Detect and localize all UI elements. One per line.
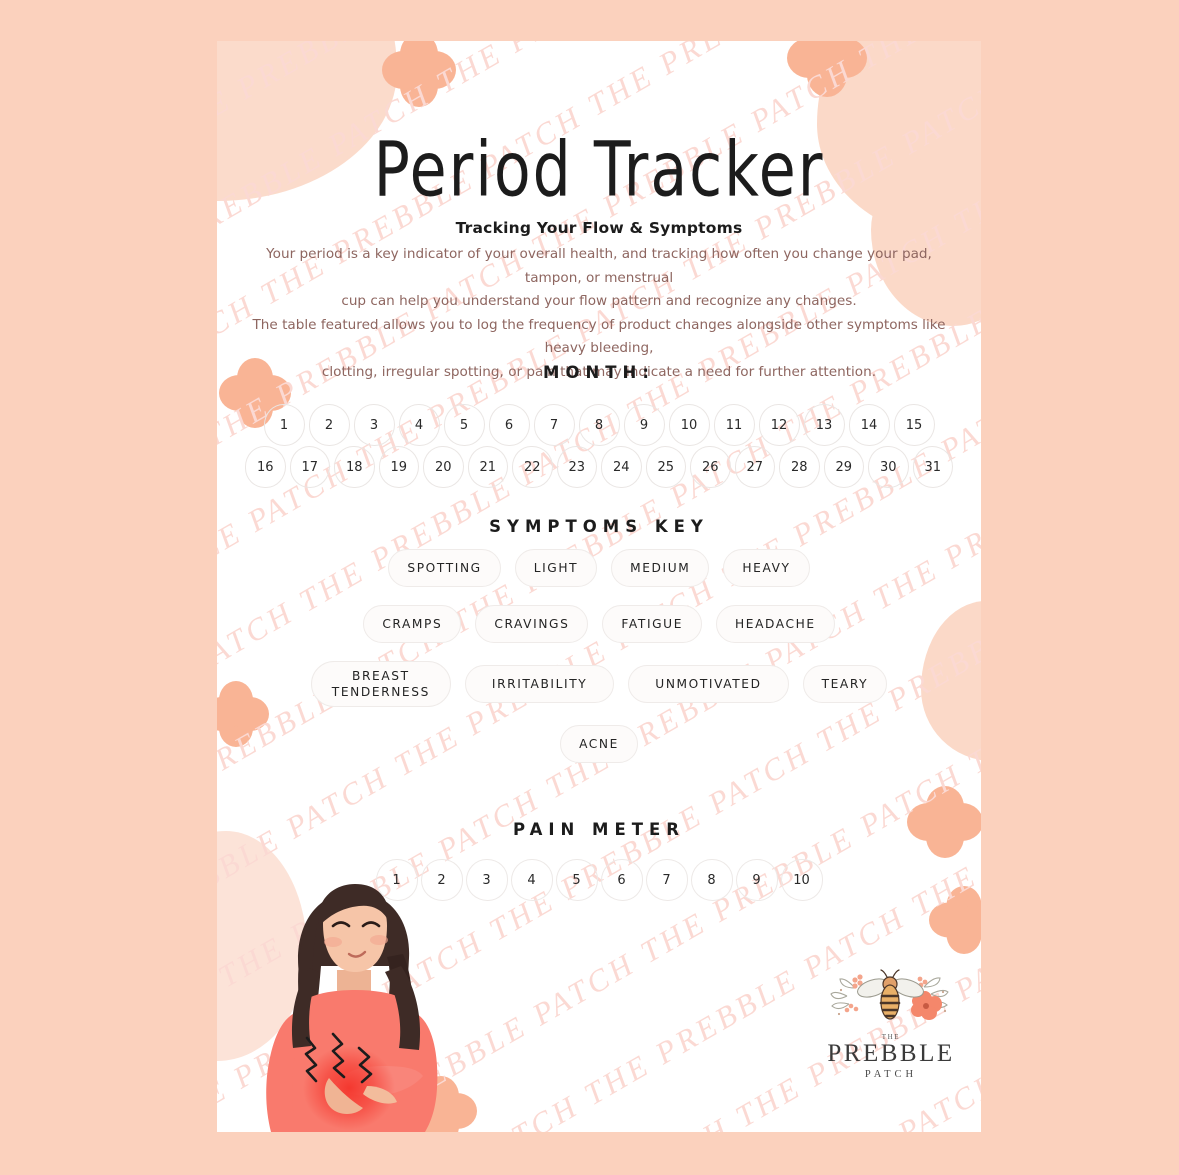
logo-subtitle: PATCH xyxy=(864,1069,918,1080)
day-circle-11[interactable]: 11 xyxy=(713,404,755,446)
symptom-pill-breast-tenderness[interactable]: BREAST TENDERNESS xyxy=(310,661,451,707)
intro-line-3: The table featured allows you to log the… xyxy=(252,316,946,357)
pain-level-6[interactable]: 6 xyxy=(600,859,643,901)
day-circle-22[interactable]: 22 xyxy=(512,446,553,488)
symptom-pill-fatigue[interactable]: FATIGUE xyxy=(602,605,703,643)
day-circle-25[interactable]: 25 xyxy=(645,446,686,488)
day-circle-9[interactable]: 9 xyxy=(623,404,665,446)
page-title: Period Tracker xyxy=(373,124,825,215)
bee-floral-logo-icon xyxy=(830,969,949,1020)
symptom-row-flow: SPOTTING LIGHT MEDIUM HEAVY xyxy=(217,549,981,587)
day-circle-29[interactable]: 29 xyxy=(823,446,864,488)
symptom-pill-cramps[interactable]: CRAMPS xyxy=(363,605,462,643)
symptom-pill-cravings[interactable]: CRAVINGS xyxy=(475,605,589,643)
page-subtitle: Tracking Your Flow & Symptoms xyxy=(455,219,743,237)
day-circle-14[interactable]: 14 xyxy=(848,404,890,446)
month-days-row-1: 1 2 3 4 5 6 7 8 9 10 11 12 13 14 15 xyxy=(245,404,953,446)
symptom-pill-light[interactable]: LIGHT xyxy=(514,549,598,587)
pain-level-8[interactable]: 8 xyxy=(690,859,733,901)
symptoms-key-heading: SYMPTOMS KEY xyxy=(489,517,709,536)
tracker-sheet: THE PREBBLE PATCH THE PREBBLE PATCH THE … xyxy=(217,41,981,1132)
symptom-row-physical: CRAMPS CRAVINGS FATIGUE HEADACHE xyxy=(217,605,981,643)
day-circle-6[interactable]: 6 xyxy=(488,404,530,446)
day-circle-21[interactable]: 21 xyxy=(467,446,508,488)
day-circle-5[interactable]: 5 xyxy=(443,404,485,446)
day-circle-20[interactable]: 20 xyxy=(423,446,464,488)
pain-level-10[interactable]: 10 xyxy=(780,859,823,901)
symptom-pill-headache[interactable]: HEADACHE xyxy=(716,605,835,643)
day-circle-17[interactable]: 17 xyxy=(289,446,330,488)
symptom-pill-spotting[interactable]: SPOTTING xyxy=(388,549,501,587)
pain-level-5[interactable]: 5 xyxy=(555,859,598,901)
day-circle-19[interactable]: 19 xyxy=(378,446,419,488)
day-circle-13[interactable]: 13 xyxy=(803,404,845,446)
symptom-pill-teary[interactable]: TEARY xyxy=(802,665,888,703)
day-circle-8[interactable]: 8 xyxy=(578,404,620,446)
brand-logo: THE PREBBLE PATCH xyxy=(825,966,957,1084)
pain-level-9[interactable]: 9 xyxy=(735,859,778,901)
symptom-row-skin: ACNE xyxy=(217,725,981,763)
symptoms-key-group: SPOTTING LIGHT MEDIUM HEAVY CRAMPS CRAVINGS F… xyxy=(217,549,981,781)
symptom-pill-unmotivated[interactable]: UNMOTIVATED xyxy=(628,665,789,703)
day-circle-1[interactable]: 1 xyxy=(263,404,305,446)
day-circle-27[interactable]: 27 xyxy=(734,446,775,488)
day-circle-12[interactable]: 12 xyxy=(758,404,800,446)
day-circle-16[interactable]: 16 xyxy=(245,446,286,488)
day-circle-18[interactable]: 18 xyxy=(334,446,375,488)
day-circle-7[interactable]: 7 xyxy=(533,404,575,446)
pain-level-4[interactable]: 4 xyxy=(510,859,553,901)
day-circle-2[interactable]: 2 xyxy=(308,404,350,446)
pain-meter-heading: PAIN METER xyxy=(513,820,685,839)
symptom-pill-heavy[interactable]: HEAVY xyxy=(723,549,810,587)
symptom-pill-irritability[interactable]: IRRITABILITY xyxy=(464,665,615,703)
day-circle-26[interactable]: 26 xyxy=(690,446,731,488)
day-circle-23[interactable]: 23 xyxy=(556,446,597,488)
symptom-pill-medium[interactable]: MEDIUM xyxy=(611,549,710,587)
day-circle-24[interactable]: 24 xyxy=(601,446,642,488)
logo-wordmark: PREBBLE xyxy=(827,1040,955,1067)
pain-level-7[interactable]: 7 xyxy=(645,859,688,901)
woman-in-pain-illustration xyxy=(237,862,472,1132)
month-heading: MONTH: xyxy=(543,363,655,382)
symptom-pill-acne[interactable]: ACNE xyxy=(560,725,638,763)
day-circle-10[interactable]: 10 xyxy=(668,404,710,446)
day-circle-15[interactable]: 15 xyxy=(893,404,935,446)
day-circle-31[interactable]: 31 xyxy=(912,446,953,488)
intro-line-2: cup can help you understand your flow pa… xyxy=(341,293,857,309)
symptom-row-mood: BREAST TENDERNESS IRRITABILITY UNMOTIVATED… xyxy=(217,661,981,707)
day-circle-4[interactable]: 4 xyxy=(398,404,440,446)
day-circle-3[interactable]: 3 xyxy=(353,404,395,446)
day-circle-28[interactable]: 28 xyxy=(779,446,820,488)
day-circle-30[interactable]: 30 xyxy=(868,446,909,488)
intro-line-1: Your period is a key indicator of your o… xyxy=(266,246,932,286)
month-days-row-2: 16 17 18 19 20 21 22 23 24 25 26 27 28 29 30 31 xyxy=(245,446,953,488)
